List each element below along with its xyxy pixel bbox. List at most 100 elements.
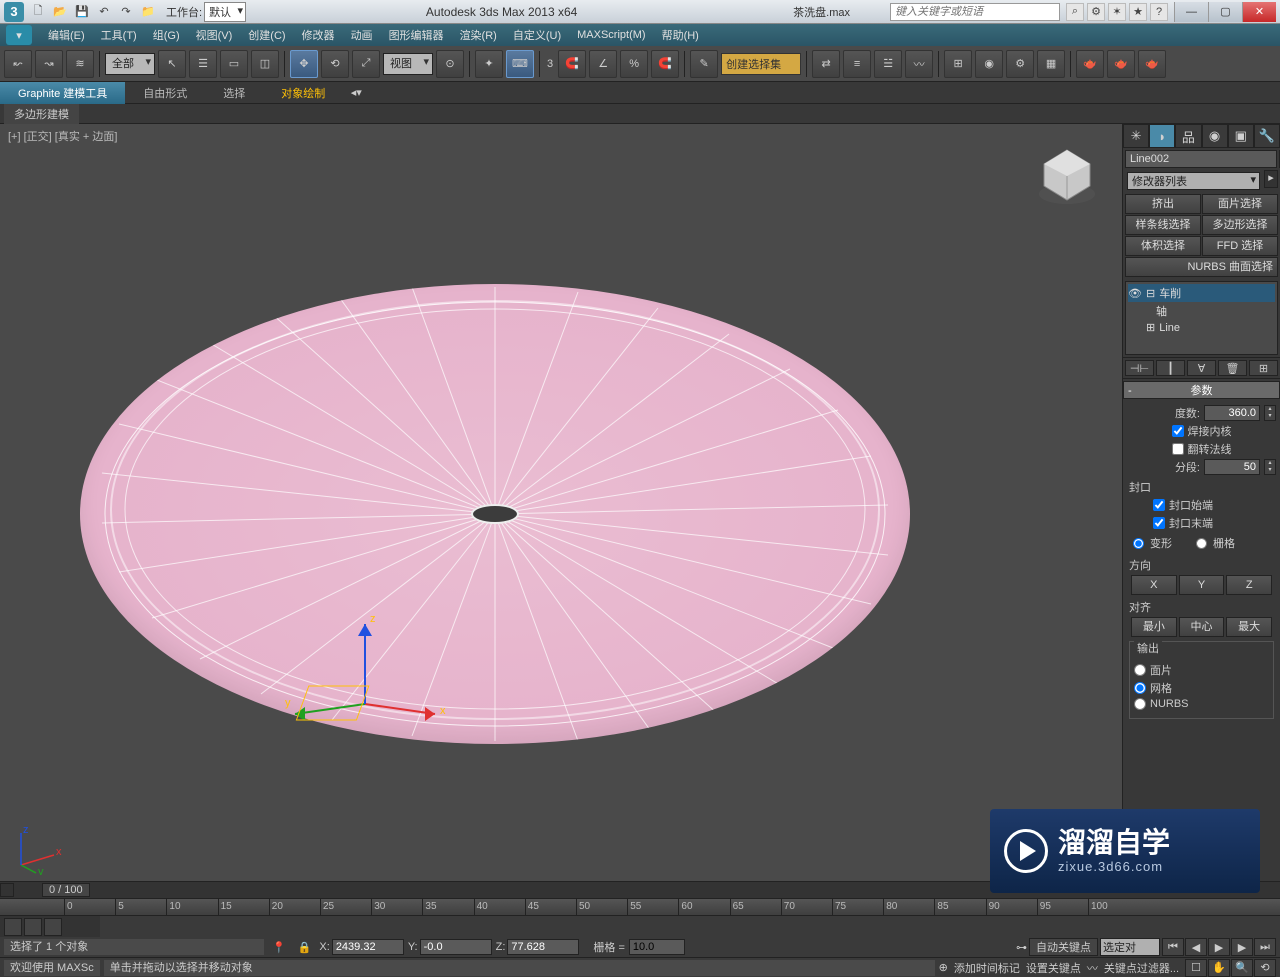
search-input[interactable] <box>890 3 1060 21</box>
ribbon-tab-freeform[interactable]: 自由形式 <box>125 82 205 104</box>
exchange-icon[interactable]: ✶ <box>1108 3 1126 21</box>
output-patch-radio[interactable] <box>1134 664 1146 676</box>
open-icon[interactable]: 📂 <box>50 3 70 21</box>
material-editor-icon[interactable]: ◉ <box>975 50 1003 78</box>
isolate-icon[interactable]: ☐ <box>1185 959 1207 977</box>
trackbar-curve-icon[interactable] <box>44 918 62 936</box>
modifier-list-combo[interactable]: 修改器列表 <box>1127 172 1260 190</box>
edit-named-sel-icon[interactable]: ✎ <box>690 50 718 78</box>
rollout-params[interactable]: 参数 <box>1123 381 1280 399</box>
align-max-button[interactable]: 最大 <box>1226 617 1272 637</box>
align-center-button[interactable]: 中心 <box>1179 617 1225 637</box>
percent-snap-icon[interactable]: % <box>620 50 648 78</box>
align-min-button[interactable]: 最小 <box>1131 617 1177 637</box>
ribbon-tab-selection[interactable]: 选择 <box>205 82 263 104</box>
render-last-icon[interactable]: 🫖 <box>1138 50 1166 78</box>
layers-icon[interactable]: ☱ <box>874 50 902 78</box>
x-coord-field[interactable] <box>332 939 404 955</box>
redo-icon[interactable]: ↷ <box>116 3 136 21</box>
time-ruler[interactable]: 0 5 10 15 20 25 30 35 40 45 50 55 60 65 … <box>0 898 1280 916</box>
select-name-icon[interactable]: ☰ <box>189 50 217 78</box>
output-mesh-radio[interactable] <box>1134 682 1146 694</box>
menu-animation[interactable]: 动画 <box>343 27 381 43</box>
key-filter-combo[interactable] <box>1100 938 1160 956</box>
window-crossing-icon[interactable]: ◫ <box>251 50 279 78</box>
stack-subitem-axis[interactable]: 轴 <box>1156 303 1167 319</box>
dir-z-button[interactable]: Z <box>1226 575 1272 595</box>
menu-maxscript[interactable]: MAXScript(M) <box>569 29 653 41</box>
bind-spacewarp-icon[interactable]: ≋ <box>66 50 94 78</box>
cmdtab-utilities-icon[interactable]: 🔧 <box>1254 124 1280 148</box>
scale-icon[interactable]: ⤢ <box>352 50 380 78</box>
cap-end-checkbox[interactable] <box>1153 517 1165 529</box>
select-link-icon[interactable]: ↜ <box>4 50 32 78</box>
modifier-sets-icon[interactable]: ▸ <box>1264 170 1278 188</box>
menu-create[interactable]: 创建(C) <box>240 27 293 43</box>
add-time-label[interactable]: 添加时间标记 <box>954 960 1020 976</box>
help-icon[interactable]: ? <box>1150 3 1168 21</box>
undo-icon[interactable]: ↶ <box>94 3 114 21</box>
select-manipulate-icon[interactable]: ✦ <box>475 50 503 78</box>
menu-modifiers[interactable]: 修改器 <box>294 27 343 43</box>
stack-item-line[interactable]: Line <box>1159 322 1180 334</box>
move-gizmo[interactable]: x y z <box>275 614 455 744</box>
menu-tools[interactable]: 工具(T) <box>93 27 145 43</box>
prev-frame-icon[interactable]: ◀ <box>1185 938 1207 956</box>
mirror-icon[interactable]: ⇄ <box>812 50 840 78</box>
goto-end-icon[interactable]: ⏭ <box>1254 938 1276 956</box>
weld-core-checkbox[interactable] <box>1172 425 1184 437</box>
grid-value-field[interactable] <box>629 939 685 955</box>
rotate-icon[interactable]: ⟲ <box>321 50 349 78</box>
menu-rendering[interactable]: 渲染(R) <box>452 27 505 43</box>
align-icon[interactable]: ≡ <box>843 50 871 78</box>
selection-filter-combo[interactable]: 全部 <box>105 53 155 75</box>
viewport-label[interactable]: [+] [正交] [真实 + 边面] <box>8 128 117 144</box>
move-icon[interactable]: ✥ <box>290 50 318 78</box>
remove-modifier-icon[interactable]: 🗑 <box>1218 360 1247 376</box>
selbtn-spline[interactable]: 样条线选择 <box>1125 215 1201 235</box>
menu-help[interactable]: 帮助(H) <box>654 27 707 43</box>
nav-orbit-icon[interactable]: ⟲ <box>1254 959 1276 977</box>
selbtn-poly[interactable]: 多边形选择 <box>1202 215 1278 235</box>
stack-item-lathe[interactable]: 车削 <box>1159 285 1181 301</box>
y-coord-field[interactable] <box>420 939 492 955</box>
maxscript-listener[interactable]: 欢迎使用 MAXSc <box>4 960 100 976</box>
menu-group[interactable]: 组(G) <box>145 27 188 43</box>
show-end-result-icon[interactable]: ┃ <box>1156 360 1185 376</box>
schematic-view-icon[interactable]: ⊞ <box>944 50 972 78</box>
cap-start-checkbox[interactable] <box>1153 499 1165 511</box>
save-icon[interactable]: 💾 <box>72 3 92 21</box>
pin-stack-icon[interactable]: ⊣⊢ <box>1125 360 1154 376</box>
lathe-object[interactable]: x y z <box>80 284 910 744</box>
select-object-icon[interactable]: ↖ <box>158 50 186 78</box>
setkey-button[interactable]: 设置关键点 <box>1026 960 1081 976</box>
ref-coord-combo[interactable]: 视图 <box>383 53 433 75</box>
z-coord-field[interactable] <box>507 939 579 955</box>
selbtn-patch[interactable]: 面片选择 <box>1202 194 1278 214</box>
add-time-tag-icon[interactable]: ⊕ <box>939 961 948 974</box>
dir-x-button[interactable]: X <box>1131 575 1177 595</box>
selbtn-nurbs[interactable]: NURBS 曲面选择 <box>1125 257 1278 277</box>
new-icon[interactable]: 🗋 <box>28 3 48 21</box>
trackbar-filter-icon[interactable] <box>24 918 42 936</box>
viewport[interactable]: [+] [正交] [真实 + 边面] x <box>0 124 1122 881</box>
render-setup-icon[interactable]: ⚙ <box>1006 50 1034 78</box>
goto-start-icon[interactable]: ⏮ <box>1162 938 1184 956</box>
close-button[interactable]: ✕ <box>1242 2 1276 22</box>
subscription-icon[interactable]: ⚙ <box>1087 3 1105 21</box>
infocenter-icon[interactable]: ⌕ <box>1066 3 1084 21</box>
flip-normals-checkbox[interactable] <box>1172 443 1184 455</box>
dir-y-button[interactable]: Y <box>1179 575 1225 595</box>
trackbar[interactable] <box>0 916 1280 938</box>
application-button[interactable]: ▾ <box>6 25 32 45</box>
use-pivot-icon[interactable]: ⊙ <box>436 50 464 78</box>
ribbon-panel-polymodel[interactable]: 多边形建模 <box>4 104 79 124</box>
project-icon[interactable]: 📁 <box>138 3 158 21</box>
output-nurbs-radio[interactable] <box>1134 698 1146 710</box>
named-selection-combo[interactable]: 创建选择集 <box>721 53 801 75</box>
ribbon-expand-icon[interactable]: ◂▾ <box>347 86 365 99</box>
keyboard-shortcut-icon[interactable]: ⌨ <box>506 50 534 78</box>
render-frame-icon[interactable]: ▦ <box>1037 50 1065 78</box>
cmdtab-modify-icon[interactable]: ◗ <box>1149 124 1175 148</box>
selbtn-extrude[interactable]: 挤出 <box>1125 194 1201 214</box>
